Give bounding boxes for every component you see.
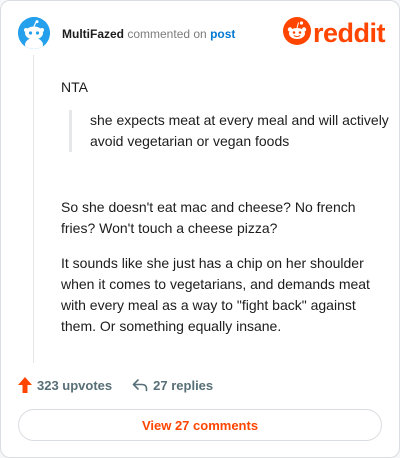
byline: MultiFazed commented on post xyxy=(62,27,235,41)
upvote-count: 323 upvotes xyxy=(37,377,113,393)
upvote-button[interactable]: 323 upvotes xyxy=(18,377,112,393)
commented-on-text: commented on xyxy=(127,27,207,41)
reply-arrow-icon xyxy=(132,378,148,392)
comment-header: MultiFazed commented on post reddit xyxy=(15,16,386,51)
paragraph: It sounds like she just has a chip on he… xyxy=(61,255,370,334)
post-link[interactable]: post xyxy=(210,27,235,41)
replies-button[interactable]: 27 replies xyxy=(132,378,213,393)
verdict-text: NTA xyxy=(61,79,88,95)
snoo-avatar-icon[interactable] xyxy=(18,17,50,49)
reddit-logo[interactable]: reddit xyxy=(282,16,386,50)
view-comments-button[interactable]: View 27 comments xyxy=(18,409,382,441)
comment-actions: 323 upvotes 27 replies xyxy=(18,375,213,395)
username-link[interactable]: MultiFazed xyxy=(62,27,124,41)
comment-card: MultiFazed commented on post reddit NTA … xyxy=(0,0,400,458)
paragraph: So she doesn't eat mac and cheese? No fr… xyxy=(61,199,356,236)
replies-count: 27 replies xyxy=(153,377,214,393)
reddit-logo-icon xyxy=(282,16,311,50)
reddit-wordmark: reddit xyxy=(312,18,386,48)
thread-line[interactable] xyxy=(33,55,34,363)
blockquote: she expects meat at every meal and will … xyxy=(69,110,390,152)
upvote-arrow-icon xyxy=(18,377,32,393)
